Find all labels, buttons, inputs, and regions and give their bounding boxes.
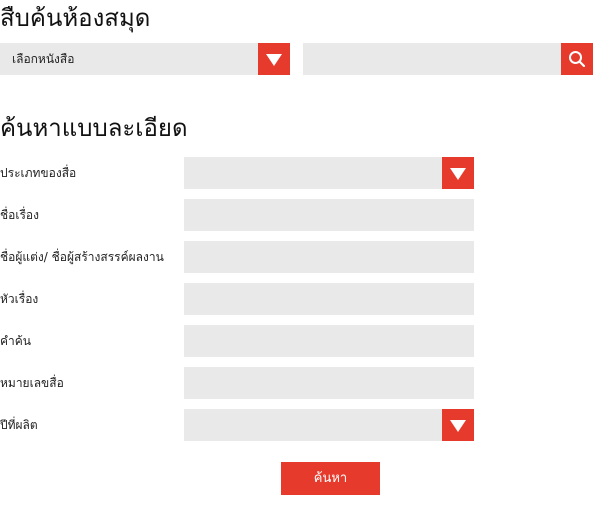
advanced-search-title: ค้นหาแบบละเอียด: [0, 114, 188, 142]
author-input[interactable]: [184, 241, 474, 273]
triangle-down-icon: [450, 420, 466, 432]
title-label: ชื่อเรื่อง: [0, 208, 39, 222]
search-submit-button[interactable]: ค้นหา: [281, 462, 380, 495]
triangle-down-icon: [450, 168, 466, 180]
keyword-input[interactable]: [184, 325, 474, 357]
triangle-down-icon: [266, 54, 282, 66]
call-number-input[interactable]: [184, 367, 474, 399]
search-icon: [569, 51, 586, 68]
media-type-select[interactable]: [184, 157, 474, 189]
year-dropdown-button[interactable]: [442, 409, 474, 441]
subject-label: หัวเรื่อง: [0, 292, 39, 306]
author-label: ชื่อผู้แต่ง/ ชื่อผู้สร้างสรรค์ผลงาน: [0, 250, 164, 264]
year-select[interactable]: [184, 409, 474, 441]
book-select-dropdown-button[interactable]: [258, 43, 290, 75]
year-label: ปีที่ผลิต: [0, 418, 38, 432]
keyword-label: คำค้น: [0, 334, 31, 348]
call-number-label: หมายเลขสื่อ: [0, 376, 64, 390]
media-type-dropdown-button[interactable]: [442, 157, 474, 189]
media-type-label: ประเภทของสื่อ: [0, 166, 77, 180]
quick-search-button[interactable]: [561, 43, 593, 75]
title-input[interactable]: [184, 199, 474, 231]
quick-search-title: สืบค้นห้องสมุด: [0, 4, 151, 32]
book-select-value: เลือกหนังสือ: [12, 52, 75, 66]
quick-search-input[interactable]: [303, 43, 593, 75]
book-select[interactable]: เลือกหนังสือ: [0, 43, 290, 75]
subject-input[interactable]: [184, 283, 474, 315]
